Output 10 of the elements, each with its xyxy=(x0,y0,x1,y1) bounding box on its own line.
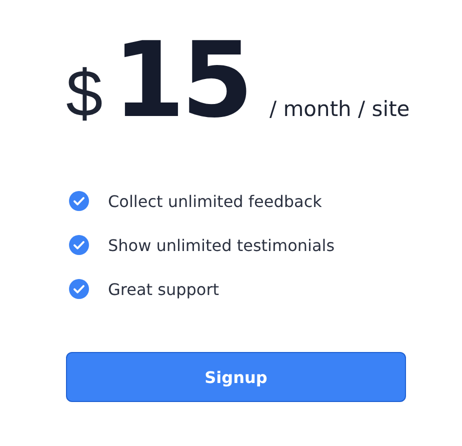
check-circle-icon xyxy=(68,278,90,300)
check-circle-icon xyxy=(68,190,90,212)
feature-text: Show unlimited testimonials xyxy=(108,236,335,254)
feature-text: Collect unlimited feedback xyxy=(108,192,322,210)
price-period: / month / site xyxy=(269,97,410,121)
signup-button[interactable]: Signup xyxy=(66,352,406,402)
currency-symbol: $ xyxy=(66,55,103,131)
check-circle-icon xyxy=(68,234,90,256)
price-amount: 15 xyxy=(112,28,250,132)
feature-text: Great support xyxy=(108,280,220,298)
